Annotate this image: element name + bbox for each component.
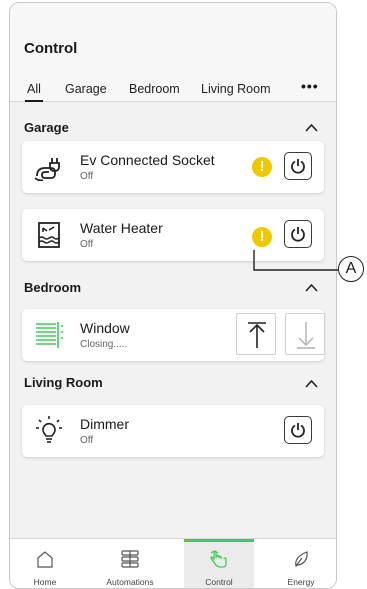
power-icon [291, 159, 305, 174]
callout-label: A [338, 256, 364, 282]
page-title: Control [24, 40, 78, 57]
device-status: Closing..... [80, 339, 128, 350]
tab-living-room[interactable]: Living Room [201, 82, 270, 96]
phone-screen: Control All Garage Bedroom Living Room •… [9, 2, 337, 589]
open-button[interactable] [236, 313, 276, 355]
close-button[interactable] [285, 313, 325, 355]
bottom-navigation: Home Automations Control Energy [10, 538, 336, 588]
section-title-bedroom: Bedroom [24, 280, 82, 295]
device-status: Off [80, 171, 94, 182]
nav-label: Home [33, 577, 57, 587]
power-icon [291, 227, 305, 242]
nav-control[interactable]: Control [184, 539, 254, 588]
section-title-garage: Garage [24, 120, 69, 135]
automations-icon [121, 550, 139, 568]
device-name: Ev Connected Socket [80, 152, 215, 168]
device-name: Window [80, 320, 130, 336]
device-card-window[interactable]: Window Closing..... [22, 309, 325, 361]
arrow-down-to-line-icon [297, 322, 315, 349]
energy-leaf-icon [295, 551, 308, 567]
chevron-up-icon[interactable] [305, 283, 318, 292]
chevron-up-icon[interactable] [305, 123, 318, 132]
nav-home[interactable]: Home [10, 539, 80, 588]
arrow-up-to-line-icon [248, 322, 266, 348]
nav-label: Automations [106, 577, 154, 587]
warning-icon[interactable]: ! [252, 227, 272, 247]
dimmer-bulb-icon [36, 416, 62, 443]
water-heater-icon [38, 222, 60, 248]
device-status: Off [80, 239, 94, 250]
home-icon [37, 551, 53, 568]
nav-automations[interactable]: Automations [95, 539, 165, 588]
device-card-ev-socket[interactable]: Ev Connected Socket Off ! [22, 141, 324, 193]
section-title-living-room: Living Room [24, 375, 103, 390]
power-button[interactable] [284, 152, 312, 180]
device-card-dimmer[interactable]: Dimmer Off [22, 405, 324, 457]
control-hand-icon [210, 550, 227, 568]
power-icon [291, 423, 305, 438]
tab-garage[interactable]: Garage [65, 82, 107, 96]
device-status: Off [80, 435, 94, 446]
nav-label: Control [205, 577, 233, 587]
nav-energy[interactable]: Energy [266, 539, 336, 588]
chevron-up-icon[interactable] [305, 379, 318, 388]
tab-all[interactable]: All [25, 82, 43, 102]
more-tabs-button[interactable]: ••• [301, 78, 319, 94]
window-blind-icon [36, 322, 63, 348]
callout-leader-line [253, 250, 338, 271]
device-name: Water Heater [80, 220, 163, 236]
tab-bedroom[interactable]: Bedroom [129, 82, 180, 96]
power-button[interactable] [284, 220, 312, 248]
power-button[interactable] [284, 416, 312, 444]
warning-icon[interactable]: ! [252, 157, 272, 177]
ev-socket-icon [34, 158, 60, 182]
device-name: Dimmer [80, 416, 129, 432]
app-header: Control All Garage Bedroom Living Room •… [10, 3, 336, 102]
nav-label: Energy [287, 577, 315, 587]
room-tabs: All Garage Bedroom Living Room ••• [10, 78, 336, 102]
